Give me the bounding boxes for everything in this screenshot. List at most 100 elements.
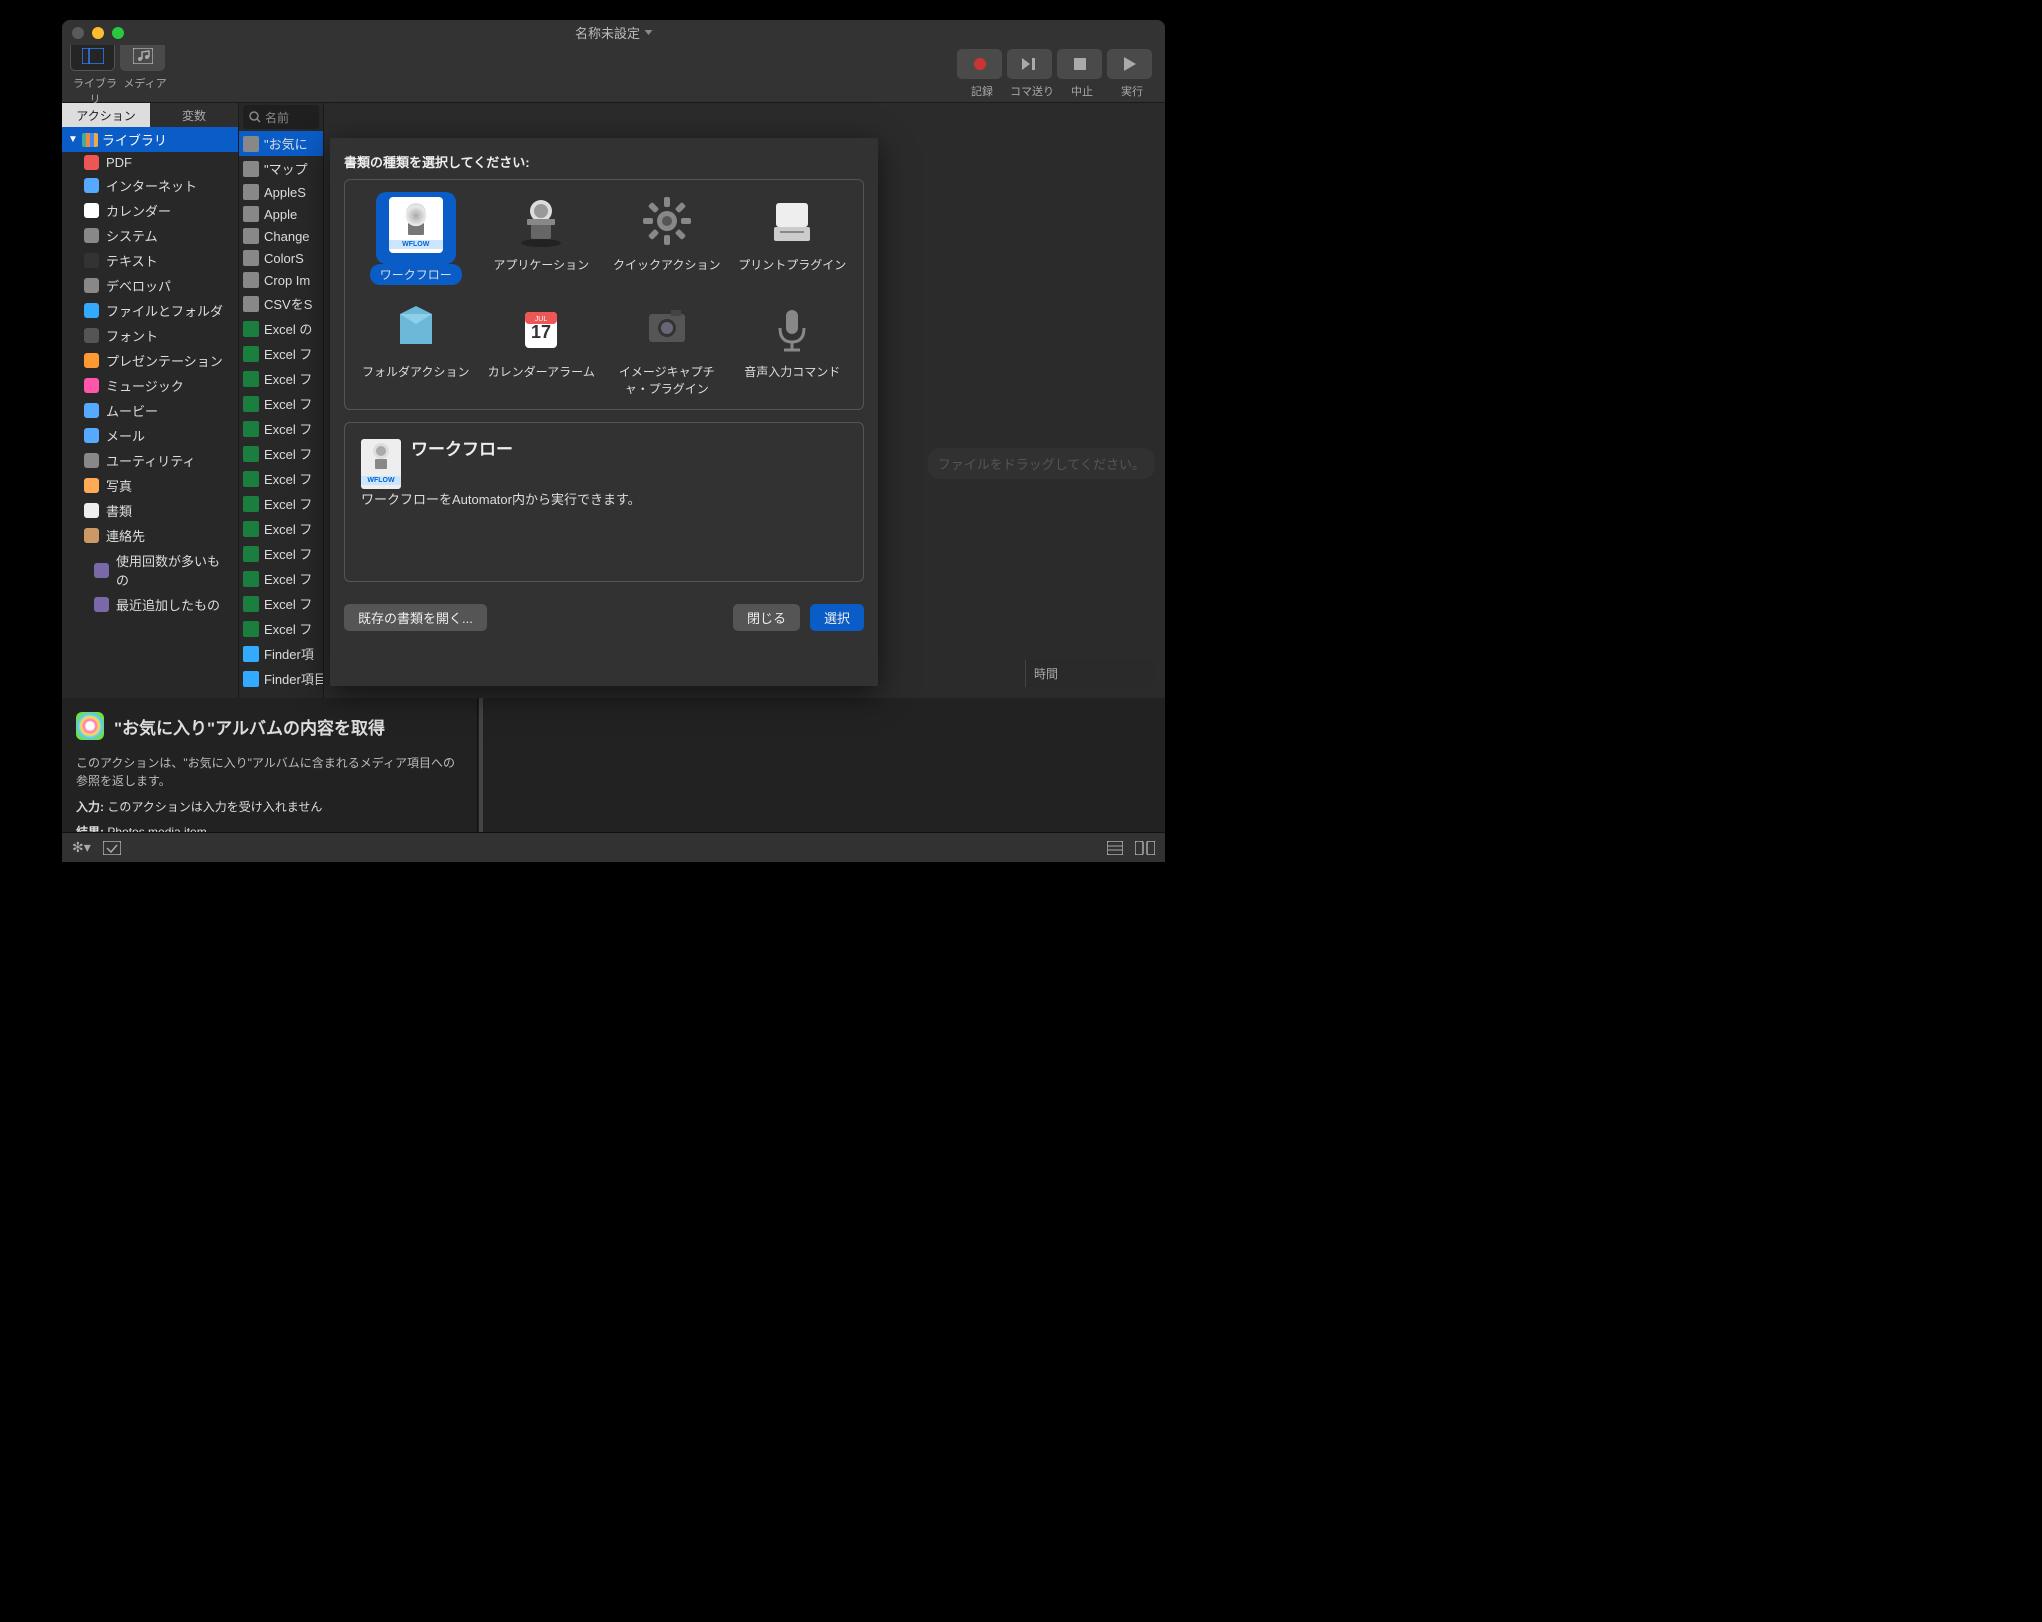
action-list-item[interactable]: "お気に [239,131,323,156]
open-existing-button[interactable]: 既存の書類を開く... [344,604,487,631]
sidebar-item[interactable]: システム [62,223,238,248]
traffic-lights [72,27,124,39]
action-list-item[interactable]: Finder項目のSp...tコメントを設定 [239,666,323,691]
action-list-item[interactable]: Excel フ [239,391,323,416]
media-button[interactable] [120,41,165,71]
choose-button[interactable]: 選択 [810,604,864,631]
minimize-window-button[interactable] [92,27,104,39]
step-button[interactable] [1007,49,1052,79]
action-list-item[interactable]: Excel フ [239,441,323,466]
sidebar-item[interactable]: 写真 [62,473,238,498]
action-list-item[interactable]: Excel フ [239,591,323,616]
action-icon [243,646,259,662]
sheet-title: 書類の種類を選択してください: [330,138,878,179]
sidebar-item[interactable]: インターネット [62,173,238,198]
action-icon [243,471,259,487]
action-list-item[interactable]: Finder項 [239,641,323,666]
sheet-buttons: 既存の書類を開く... 閉じる 選択 [330,594,878,641]
sidebar-item[interactable]: デベロッパ [62,273,238,298]
sidebar-item[interactable]: PDF [62,152,238,173]
description-title-text: "お気に入り"アルバムの内容を取得 [114,714,385,739]
presentation-icon [84,353,99,368]
sidebar-item[interactable]: テキスト [62,248,238,273]
sidebar-item[interactable]: メール [62,423,238,448]
action-list-item[interactable]: Apple [239,203,323,225]
action-icon [243,621,259,637]
window-title[interactable]: 名称未設定 [575,23,652,42]
document-type-option[interactable]: クイックアクション [608,192,726,285]
type-label: イメージキャプチャ・プラグイン [608,363,726,397]
sidebar-item[interactable]: ミュージック [62,373,238,398]
document-type-option[interactable]: WFLOW ワークフロー [357,192,475,285]
view-columns-icon[interactable] [1135,841,1155,855]
type-label: 音声入力コマンド [744,363,840,380]
type-label: アプリケーション [493,256,589,273]
text-icon [84,253,99,268]
action-list-item[interactable]: Excel の [239,316,323,341]
sidebar-smart-item[interactable]: 使用回数が多いもの [62,548,238,592]
action-label: Excel フ [264,544,312,563]
zoom-window-button[interactable] [112,27,124,39]
library-header[interactable]: ▼ ライブラリ [62,127,238,152]
gear-menu-icon[interactable]: ✻▾ [72,839,91,856]
action-list[interactable]: "お気に"マップAppleSAppleChangeColorSCrop ImCS… [239,131,323,691]
action-list-item[interactable]: Excel フ [239,416,323,441]
action-list-item[interactable]: Excel フ [239,616,323,641]
action-list-item[interactable]: Excel フ [239,491,323,516]
type-label: ワークフロー [370,264,462,285]
action-list-item[interactable]: Excel フ [239,566,323,591]
sidebar-item[interactable]: 書類 [62,498,238,523]
action-icon [243,571,259,587]
view-list-icon[interactable] [1107,841,1123,855]
record-button[interactable] [957,49,1002,79]
sidebar-item[interactable]: ユーティリティ [62,448,238,473]
document-type-option[interactable]: プリントプラグイン [734,192,852,285]
sidebar-item[interactable]: ムービー [62,398,238,423]
sidebar-item[interactable]: フォント [62,323,238,348]
titlebar[interactable]: 名称未設定 [62,20,1165,45]
globe-icon [84,178,99,193]
sidebar-item-label: 最近追加したもの [116,595,220,614]
action-list-item[interactable]: Excel フ [239,341,323,366]
run-button[interactable] [1107,49,1152,79]
action-list-item[interactable]: Excel フ [239,366,323,391]
action-label: Excel フ [264,594,312,613]
sidebar-item[interactable]: ファイルとフォルダ [62,298,238,323]
input-value: このアクションは入力を受け入れません [107,800,322,814]
document-type-option[interactable]: 音声入力コマンド [734,299,852,397]
document-type-option[interactable]: イメージキャプチャ・プラグイン [608,299,726,397]
type-icon: WFLOW [384,196,448,254]
tab-variables[interactable]: 変数 [150,103,238,127]
document-type-option[interactable]: フォルダアクション [357,299,475,397]
wrench-icon [84,453,99,468]
action-list-item[interactable]: CSVをS [239,291,323,316]
action-list-item[interactable]: "マップ [239,156,323,181]
library-button[interactable] [70,41,115,71]
action-list-item[interactable]: AppleS [239,181,323,203]
sidebar-item-label: テキスト [106,251,158,270]
inspector-toggle-icon[interactable] [103,841,121,855]
document-type-option[interactable]: 17JULカレンダーアラーム [483,299,601,397]
search-field[interactable]: 名前 [243,105,319,129]
drop-hint: ファイルをドラッグしてください。 [928,448,1155,479]
stop-button[interactable] [1057,49,1102,79]
sidebar-item[interactable]: プレゼンテーション [62,348,238,373]
sidebar-item[interactable]: カレンダー [62,198,238,223]
sidebar-item-label: ムービー [106,401,158,420]
close-window-button[interactable] [72,27,84,39]
sidebar-smart-item[interactable]: 最近追加したもの [62,592,238,617]
action-label: Excel フ [264,619,312,638]
action-list-item[interactable]: Excel フ [239,466,323,491]
action-list-item[interactable]: ColorS [239,247,323,269]
action-list-item[interactable]: Crop Im [239,269,323,291]
action-list-item[interactable]: Excel フ [239,516,323,541]
sidebar-item[interactable]: 連絡先 [62,523,238,548]
tab-actions[interactable]: アクション [62,103,150,127]
close-button[interactable]: 閉じる [733,604,800,631]
action-icon [243,250,259,266]
action-list-item[interactable]: Change [239,225,323,247]
action-list-item[interactable]: Excel フ [239,541,323,566]
document-type-option[interactable]: アプリケーション [483,192,601,285]
action-icon [243,296,259,312]
contacts-icon [84,528,99,543]
